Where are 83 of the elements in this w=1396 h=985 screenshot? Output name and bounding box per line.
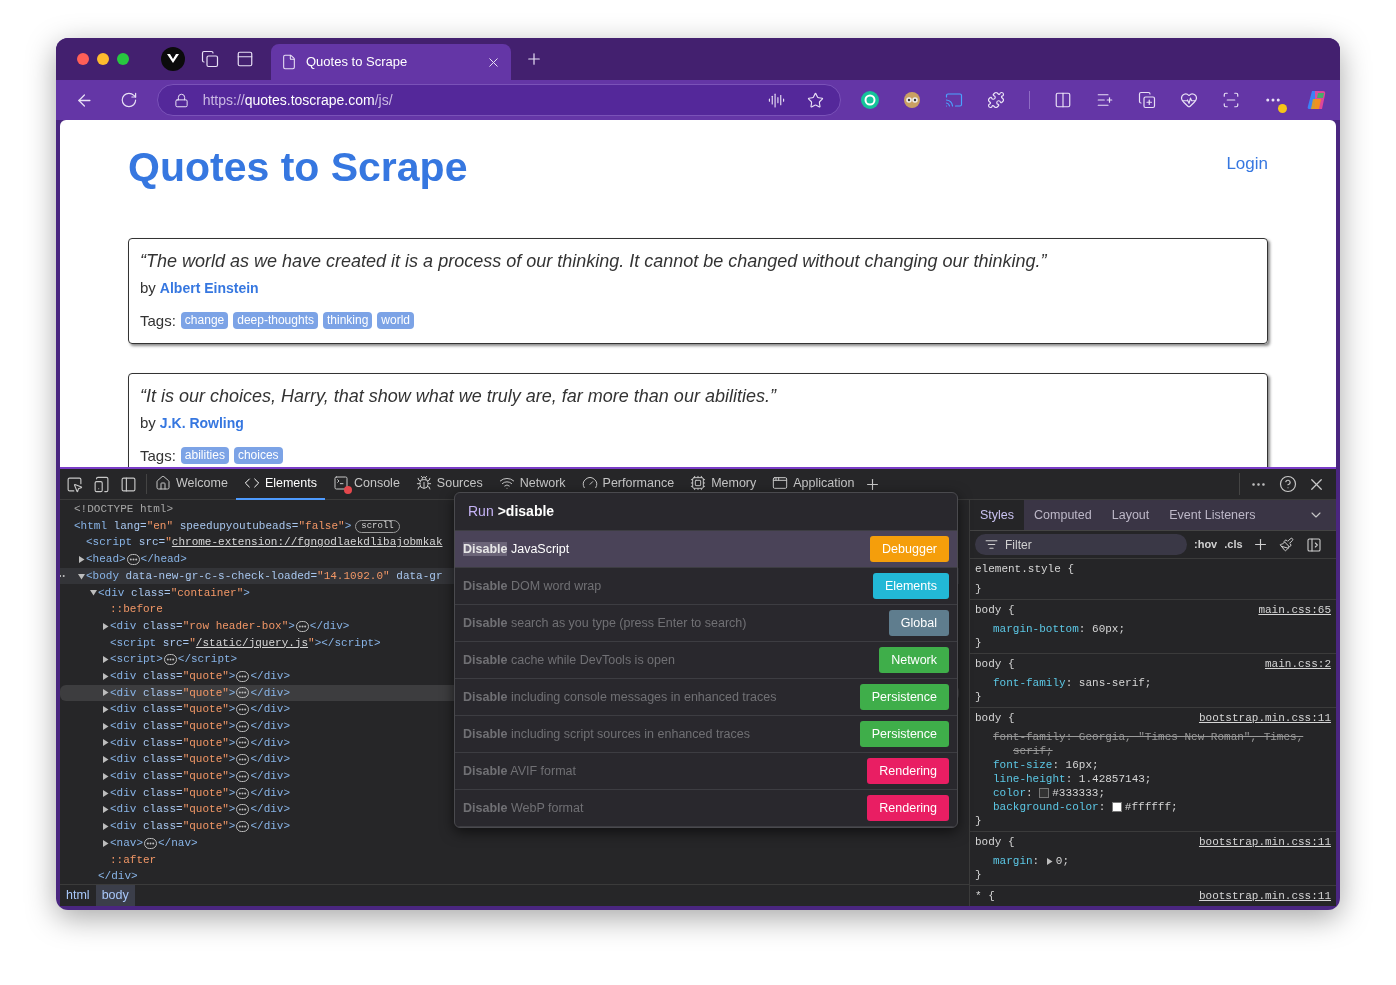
css-value: #333333;: [1052, 786, 1106, 800]
closing-brace: }: [975, 636, 982, 650]
dom-node-text: <div class="quote">: [110, 819, 236, 835]
css-value: 0;: [1055, 854, 1069, 868]
dom-node-text: </div>: [309, 618, 350, 634]
dom-node-text: </div>: [250, 802, 291, 818]
quote-text: “The world as we have created it is a process of our thinking. It cannot be changed without changing our thinking.”: [140, 250, 1048, 273]
panel-badge: Persistence: [859, 720, 949, 748]
dom-node-text: <div class="quote">: [110, 685, 236, 701]
dom-node-text: </div>: [250, 819, 291, 835]
css-property: margin:: [993, 854, 1041, 868]
dom-node-text: </div>: [250, 785, 291, 801]
panel-badge: Global: [888, 609, 949, 637]
panel-badge: Rendering: [867, 757, 949, 785]
dom-node-text: <div class="quote">: [110, 752, 236, 768]
closing-brace: }: [975, 582, 982, 596]
dom-node-text: <div class="quote">: [110, 702, 236, 718]
css-value: #ffffff;: [1124, 800, 1178, 814]
by-label: by: [140, 413, 156, 433]
css-declaration: font-family: sans-serif;: [993, 676, 1153, 690]
dom-node-text: <div class="quote">: [110, 719, 236, 735]
by-label: by: [140, 278, 156, 298]
tags-label: Tags:: [140, 310, 176, 331]
dom-node-text: <div class="quote">: [110, 802, 236, 818]
dom-node-text: <nav>: [110, 835, 143, 851]
dom-node-text: ::after: [110, 852, 157, 868]
dom-node-text: </div>: [98, 869, 138, 884]
command-label: Disable including console messages in enhanced traces: [463, 688, 777, 706]
closing-brace: }: [975, 690, 982, 704]
css-declaration: margin-bottom: 60px;: [993, 622, 1127, 636]
dom-node-text: </div>: [250, 702, 291, 718]
css-selector: body {: [975, 835, 1015, 849]
dom-node-text: <script src="chrome-extension://fgngodlaekdlibajobmkak: [86, 535, 443, 551]
dom-node-text: <head>: [86, 552, 126, 568]
dom-node-text: <div class="quote">: [110, 785, 236, 801]
closing-brace: }: [975, 814, 982, 828]
css-selector: * {: [975, 889, 995, 903]
dom-node-text: </div>: [250, 752, 291, 768]
css-declaration: font-size: 16px;: [993, 758, 1100, 772]
dom-node-text: </div>: [250, 719, 291, 735]
tab-title: Quotes to Scrape: [306, 53, 409, 72]
css-selector: body {: [975, 711, 1015, 725]
panel-badge: Persistence: [859, 683, 949, 711]
css-property: color:: [993, 786, 1034, 800]
dom-node-text: </div>: [250, 735, 291, 751]
panel-badge: Network: [879, 646, 949, 674]
dom-node-text: <div class="quote">: [110, 668, 236, 684]
dom-node-text: <html lang="en" speedupyoutubeads="false">: [74, 518, 352, 534]
dom-node-text: <div class="container">: [98, 585, 250, 601]
panel-badge: Rendering: [867, 794, 949, 822]
css-declaration: line-height: 1.42857143;: [993, 772, 1153, 786]
dom-node-text: </div>: [250, 668, 291, 684]
command-label: Disable cache while DevTools is open: [463, 651, 675, 669]
command-label: Disable search as you type (press Enter to search): [463, 614, 747, 632]
dom-node-text: <div class="row header-box">: [110, 618, 295, 634]
dom-node-text: </div>: [250, 769, 291, 785]
panel-badge: Elements: [872, 572, 949, 600]
css-property: background-color:: [993, 800, 1107, 814]
css-selector: element.style {: [975, 562, 1075, 576]
dom-node-text: <script>: [110, 652, 163, 668]
css-selector: body {: [975, 657, 1015, 671]
command-label: Disable DOM word wrap: [463, 577, 602, 595]
command-label: Disable including script sources in enhanced traces: [463, 725, 750, 743]
panel-badge: Debugger: [870, 535, 949, 563]
quote-text: “It is our choices, Harry, that show what we truly are, far more than our abilities.”: [140, 385, 778, 408]
dom-node-text: </script>: [177, 652, 238, 668]
command-label: Disable WebP format: [463, 799, 584, 817]
dom-node-text: ::before: [110, 602, 163, 618]
tags-label: Tags:: [140, 445, 176, 466]
dom-node-text: </head>: [140, 552, 187, 568]
dom-node-text: </nav>: [158, 835, 198, 851]
dom-node-text: <script src="/static/jquery.js"></script>: [110, 635, 381, 651]
css-declaration: font-family: Georgia, "Times New Roman", Times, serif;: [993, 730, 1305, 758]
dom-node-text: <body data-new-gr-c-s-check-loaded="14.1092.0" data-gr: [86, 568, 443, 584]
dom-node-text: <div class="quote">: [110, 735, 236, 751]
command-label: Disable AVIF format: [463, 762, 576, 780]
closing-brace: }: [975, 868, 982, 882]
dom-node-text: <!DOCTYPE html>: [74, 502, 174, 518]
dom-node-text: </div>: [250, 685, 291, 701]
url-text: https://quotes.toscrape.com/js/: [202, 90, 393, 110]
command-label: Disable JavaScript: [463, 540, 570, 558]
css-selector: body {: [975, 603, 1015, 617]
dom-node-text: <div class="quote">: [110, 769, 236, 785]
